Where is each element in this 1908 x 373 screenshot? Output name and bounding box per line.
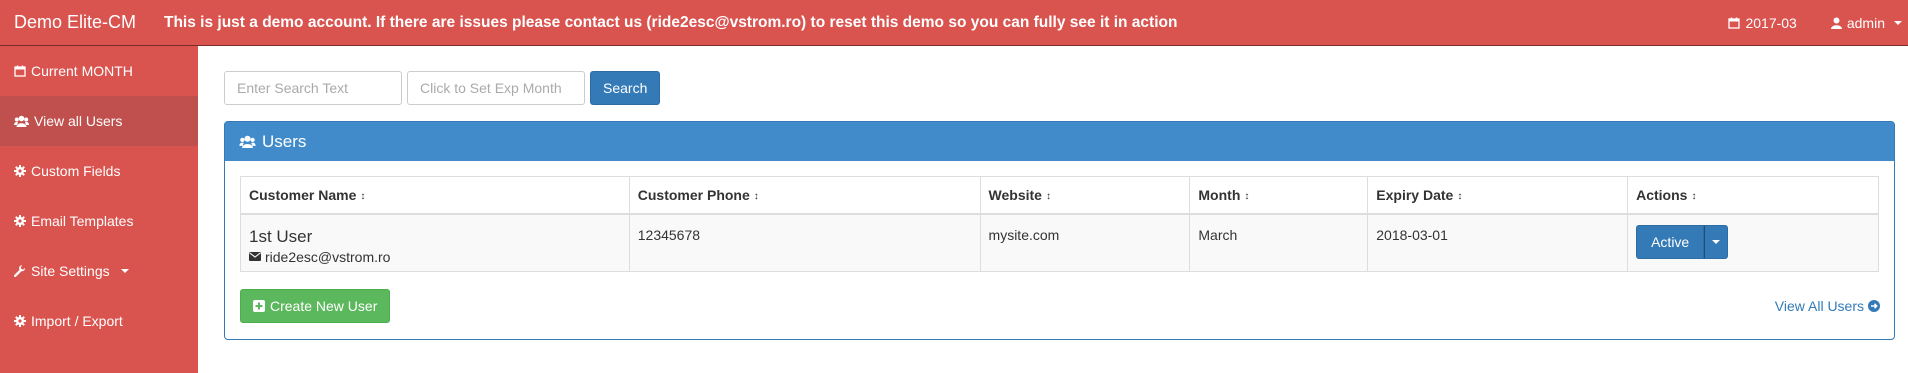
- table-row: 1st User ride2esc@vstrom.ro 12345678 mys…: [240, 213, 1879, 272]
- view-all-users-label: View All Users: [1774, 298, 1864, 314]
- calendar-icon: [1728, 17, 1741, 29]
- sort-icon: ↕: [1457, 190, 1463, 202]
- search-input[interactable]: [224, 71, 402, 105]
- status-dropdown-toggle[interactable]: [1704, 224, 1729, 259]
- users-icon: [14, 115, 29, 127]
- view-all-users-link[interactable]: View All Users: [1775, 298, 1880, 314]
- main-content: Search Users Customer Name↕ Customer Pho…: [198, 46, 1908, 373]
- current-month-menu[interactable]: 2017-03: [1728, 15, 1797, 31]
- top-right-menu: 2017-03 admin: [1728, 0, 1908, 46]
- sidebar-item-label: Current MONTH: [31, 63, 133, 79]
- sidebar-item-view-all-users[interactable]: View all Users: [0, 96, 198, 146]
- panel-title: Users: [262, 131, 307, 151]
- sidebar-item-label: Site Settings: [31, 263, 110, 279]
- cell-customer-phone: 12345678: [628, 213, 981, 272]
- create-new-user-label: Create New User: [270, 298, 378, 314]
- sort-icon: ↕: [753, 190, 759, 202]
- users-table: Customer Name ↕ Customer Phone ↕ Website ↕ …: [240, 176, 1879, 272]
- plus-square-icon: [253, 300, 265, 312]
- sidebar-item-label: Custom Fields: [31, 163, 121, 179]
- sidebar-item-custom-fields[interactable]: Custom Fields: [0, 146, 198, 196]
- current-month-label: 2017-03: [1745, 15, 1797, 31]
- sidebar: Current MONTH View all Users Custom Fiel…: [0, 46, 198, 373]
- brand-title[interactable]: Demo Elite-CM: [0, 12, 164, 33]
- users-icon: [239, 135, 256, 148]
- create-new-user-button[interactable]: Create New User: [240, 289, 391, 323]
- cell-month: March: [1189, 213, 1369, 272]
- cell-customer-name: 1st User ride2esc@vstrom.ro: [240, 213, 630, 272]
- gear-icon: [14, 315, 26, 327]
- sort-icon: ↕: [1691, 190, 1697, 202]
- sidebar-item-site-settings[interactable]: Site Settings: [0, 246, 198, 296]
- sidebar-item-current-month[interactable]: Current MONTH: [0, 46, 198, 96]
- sidebar-item-email-templates[interactable]: Email Templates: [0, 196, 198, 246]
- arrow-circle-right-icon: [1868, 300, 1880, 312]
- search-button[interactable]: Search: [590, 71, 661, 105]
- chevron-down-icon: [1894, 21, 1902, 25]
- status-button-group: Active: [1636, 224, 1729, 259]
- exp-month-input[interactable]: [407, 71, 585, 105]
- top-navbar: Demo Elite-CM This is just a demo accoun…: [0, 0, 1908, 46]
- user-icon: [1830, 17, 1842, 29]
- wrench-icon: [14, 265, 26, 277]
- column-header-customer-name[interactable]: Customer Name ↕: [240, 176, 630, 215]
- status-active-button[interactable]: Active: [1636, 224, 1705, 259]
- column-header-actions[interactable]: Actions ↕: [1627, 176, 1879, 215]
- sort-icon: ↕: [1244, 190, 1250, 202]
- sidebar-item-label: Email Templates: [31, 213, 134, 229]
- sidebar-item-import-export[interactable]: Import / Export: [0, 296, 198, 346]
- demo-notice: This is just a demo account. If there ar…: [164, 13, 1178, 31]
- calendar-icon: [14, 65, 26, 77]
- column-header-month[interactable]: Month ↕: [1189, 176, 1369, 215]
- chevron-down-icon: [1712, 239, 1721, 244]
- sidebar-item-label: View all Users: [34, 113, 123, 129]
- cell-website: mysite.com: [979, 213, 1191, 272]
- sort-icon: ↕: [1045, 190, 1051, 202]
- chevron-down-icon: [120, 269, 129, 273]
- sort-icon: ↕: [360, 190, 366, 202]
- column-header-expiry-date[interactable]: Expiry Date ↕: [1367, 176, 1629, 215]
- users-panel: Users Customer Name ↕ Customer Phone ↕ Web…: [224, 121, 1895, 340]
- user-label: admin: [1846, 15, 1885, 31]
- sidebar-item-label: Import / Export: [31, 313, 123, 329]
- user-email: ride2esc@vstrom.ro: [249, 249, 621, 265]
- column-header-website[interactable]: Website ↕: [979, 176, 1191, 215]
- gear-icon: [14, 165, 26, 177]
- user-name[interactable]: 1st User: [249, 227, 621, 247]
- cell-actions: Active: [1627, 213, 1879, 272]
- cell-expiry-date: 2018-03-01: [1367, 213, 1629, 272]
- panel-heading: Users: [225, 122, 1894, 161]
- search-form: Search: [224, 71, 661, 105]
- envelope-icon: [249, 252, 261, 261]
- user-email-text: ride2esc@vstrom.ro: [265, 248, 391, 265]
- column-header-customer-phone[interactable]: Customer Phone ↕: [628, 176, 981, 215]
- user-menu[interactable]: admin: [1830, 15, 1902, 31]
- table-header-row: Customer Name ↕ Customer Phone ↕ Website ↕ …: [240, 176, 1879, 215]
- gear-icon: [14, 215, 26, 227]
